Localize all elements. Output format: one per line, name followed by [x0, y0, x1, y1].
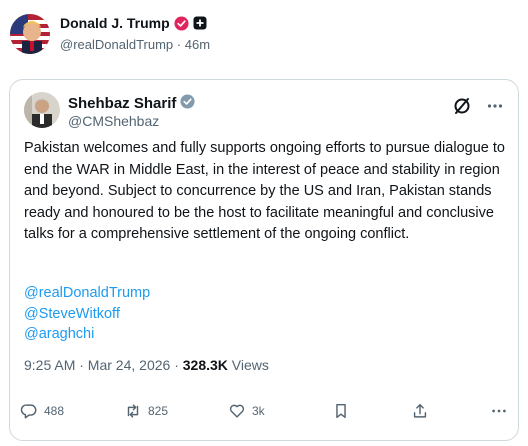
quoted-post-card[interactable]: Shehbaz Sharif @CMShehbaz Pakistan welco…: [9, 79, 519, 441]
post-timestamp[interactable]: 9:25 AM · Mar 24, 2026 ·: [24, 357, 183, 373]
verified-gray-icon: [180, 94, 195, 113]
share-button[interactable]: [411, 402, 429, 420]
more-options-icon[interactable]: [486, 97, 504, 120]
mention-list: @realDonaldTrump @SteveWitkoff @araghchi: [24, 283, 150, 345]
like-button[interactable]: 3k: [228, 402, 265, 420]
verified-badge-icon: [174, 15, 189, 31]
repost-count: 825: [148, 404, 169, 418]
post-time[interactable]: 46m: [185, 37, 210, 52]
quoted-header-actions: [452, 96, 504, 121]
views-count: 328.3K: [182, 357, 228, 373]
affiliate-badge-icon: [193, 16, 207, 30]
like-count: 3k: [252, 404, 265, 418]
bookmark-button[interactable]: [332, 402, 350, 420]
action-bar: 488 825 3k: [20, 402, 508, 422]
quoted-post-header: Shehbaz Sharif @CMShehbaz: [24, 92, 504, 132]
quoted-avatar[interactable]: [24, 92, 60, 128]
author-handle[interactable]: @realDonaldTrump: [60, 37, 173, 52]
quoted-name-row[interactable]: Shehbaz Sharif: [68, 94, 195, 113]
author-name[interactable]: Donald J. Trump: [60, 15, 170, 31]
quoted-author-name[interactable]: Shehbaz Sharif: [68, 95, 176, 112]
quoted-author-handle[interactable]: @CMShehbaz: [68, 113, 159, 129]
reply-button[interactable]: 488: [20, 402, 64, 420]
repost-icon: [127, 404, 139, 418]
views-label: Views: [227, 357, 269, 373]
repost-button[interactable]: 825: [124, 402, 168, 420]
quoted-post-text: Pakistan welcomes and fully supports ong…: [24, 140, 505, 242]
reply-icon: [20, 404, 37, 419]
author-name-row[interactable]: Donald J. Trump: [60, 15, 207, 31]
reply-count: 488: [44, 404, 65, 418]
separator-dot: ·: [176, 37, 185, 52]
author-handle-row: @realDonaldTrump · 46m: [60, 37, 210, 52]
heart-icon: [229, 404, 245, 418]
mention-link[interactable]: @araghchi: [24, 324, 150, 345]
more-options-icon: [492, 409, 506, 413]
more-actions-button[interactable]: [490, 402, 508, 420]
grok-icon[interactable]: [452, 96, 472, 121]
bookmark-icon: [336, 403, 346, 419]
post-meta: 9:25 AM · Mar 24, 2026 · 328.3K Views: [24, 357, 269, 373]
share-icon: [413, 403, 427, 418]
mention-link[interactable]: @realDonaldTrump: [24, 283, 150, 304]
post-header: Donald J. Trump @realDonaldTrump · 46m: [10, 12, 520, 56]
avatar[interactable]: [10, 14, 50, 54]
mention-link[interactable]: @SteveWitkoff: [24, 304, 150, 325]
